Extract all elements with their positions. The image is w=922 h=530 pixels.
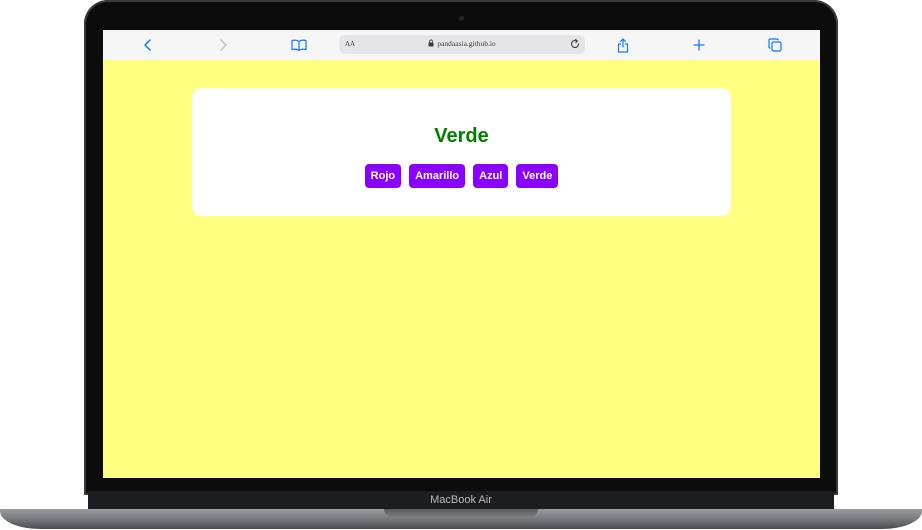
forward-icon[interactable] (214, 36, 232, 54)
screen: AA pandaasia.github.io Verde Rojo Amaril… (103, 30, 820, 478)
browser-toolbar: AA pandaasia.github.io (103, 30, 820, 61)
azul-button[interactable]: Azul (473, 164, 509, 188)
opening-notch (384, 509, 538, 517)
lock-icon (428, 39, 434, 49)
new-tab-icon[interactable] (690, 36, 708, 54)
web-page: Verde Rojo Amarillo Azul Verde (103, 60, 820, 478)
bookmarks-icon[interactable] (290, 36, 308, 54)
color-button-row: Rojo Amarillo Azul Verde (192, 164, 731, 188)
tabs-overview-icon[interactable] (766, 36, 784, 54)
address-bar[interactable]: AA pandaasia.github.io (339, 35, 585, 54)
color-card: Verde Rojo Amarillo Azul Verde (192, 88, 731, 216)
rojo-button[interactable]: Rojo (364, 164, 402, 188)
laptop-mockup: AA pandaasia.github.io Verde Rojo Amaril… (0, 0, 922, 530)
verde-button[interactable]: Verde (516, 164, 559, 188)
model-label: MacBook Air (430, 494, 492, 506)
amarillo-button[interactable]: Amarillo (409, 164, 466, 188)
url-text: pandaasia.github.io (437, 39, 496, 48)
camera (459, 16, 464, 21)
url-display: pandaasia.github.io (339, 39, 585, 49)
selected-color-title: Verde (434, 125, 489, 147)
share-icon[interactable] (614, 36, 632, 54)
back-icon[interactable] (139, 36, 157, 54)
reload-icon[interactable] (569, 38, 581, 52)
